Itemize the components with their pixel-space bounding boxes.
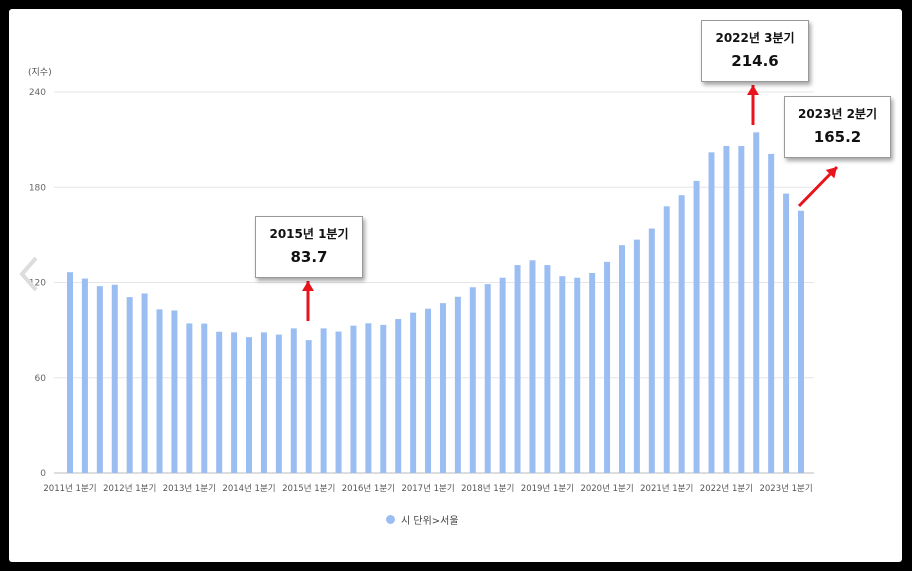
callout-period: 2022년 3분기 [715,31,795,45]
legend-swatch [386,515,395,524]
bar [81,278,88,473]
callout-period: 2023년 2분기 [797,107,878,121]
callout-value: 83.7 [290,248,328,266]
bar [604,261,611,473]
bar-chart: (지수) 060120180240 2011년 1분기 2012년 1분기 2013… [28,67,839,494]
y-tick-label: 0 [40,469,46,479]
bar [678,195,685,473]
callout-value: 165.2 [813,128,862,146]
bar [499,277,506,473]
x-tick-label: 2023년 1분기 [759,483,812,494]
bar [231,332,238,473]
bar [335,331,342,473]
y-tick-label: 180 [29,183,46,193]
bar [723,145,730,473]
callout-value: 214.6 [731,52,779,70]
bar [395,319,402,473]
bar [186,323,193,473]
bar [67,272,73,473]
bar [216,331,223,473]
bar [201,323,208,473]
bar [529,260,536,473]
x-tick-label: 2012년 1분기 [103,483,156,494]
bar [768,153,775,473]
x-tick-label: 2021년 1분기 [640,483,693,494]
bar [171,310,178,473]
bar [783,193,790,473]
x-tick-label: 2020년 1분기 [580,483,633,494]
bar [111,284,118,473]
bar [141,293,148,473]
x-tick-label: 2013년 1분기 [163,483,216,494]
bar [559,276,566,473]
bar [290,328,297,473]
legend-label: 시 단위>서울 [401,516,459,527]
callout-2022q3: 2022년 3분기 214.6 [701,20,809,82]
bar [275,334,282,473]
gridlines [54,91,814,474]
bar [633,239,640,473]
bar [365,323,372,473]
bar [544,265,551,473]
bars [67,132,804,474]
x-tick-label: 2016년 1분기 [342,483,395,494]
bar [410,312,417,473]
x-tick-label: 2022년 1분기 [700,483,753,494]
bar [738,145,745,473]
callout-period: 2015년 1분기 [269,227,349,241]
bar [439,303,446,473]
bar [305,340,312,473]
bar [156,309,163,473]
chevron-left-icon[interactable] [14,254,44,294]
bar [648,228,655,473]
legend[interactable]: 시 단위>서울 [386,512,459,527]
bar [514,265,521,473]
x-tick-label: 2019년 1분기 [521,483,574,494]
bar [246,337,253,473]
bar [350,325,357,473]
bar [589,272,596,473]
y-axis-unit-label: (지수) [28,67,52,78]
bar [753,132,760,473]
bar [798,210,804,473]
bar [574,277,581,473]
callout-2015q1: 2015년 1분기 83.7 [255,216,363,278]
bar [380,324,387,473]
x-tick-label: 2015년 1분기 [282,483,335,494]
y-tick-label: 240 [29,88,46,98]
y-tick-label: 60 [35,374,47,384]
arrow-head [747,85,759,95]
bar [663,206,670,474]
bar [96,286,103,473]
x-tick-label: 2014년 1분기 [222,483,275,494]
bar [454,296,461,473]
callout-2023q2: 2023년 2분기 165.2 [784,96,891,158]
chart-frame: (지수) 0 60 120 180 240 2011년 1분기 2012년 1분기 2013… [9,9,902,562]
x-tick-label: 2011년 1분기 [43,483,96,494]
bar [126,297,133,473]
bar [484,284,491,473]
bar [708,152,715,473]
x-tick-label: 2018년 1분기 [461,483,514,494]
x-tick-label: 2017년 1분기 [401,483,454,494]
bar [693,180,700,473]
bar [425,308,432,473]
bar [320,328,327,473]
x-tick-labels: 2011년 1분기 2012년 1분기 2013년 1분기 2014년 1분기 2015… [43,483,812,494]
bar [260,332,267,473]
bar [469,287,476,473]
bar [618,245,625,473]
